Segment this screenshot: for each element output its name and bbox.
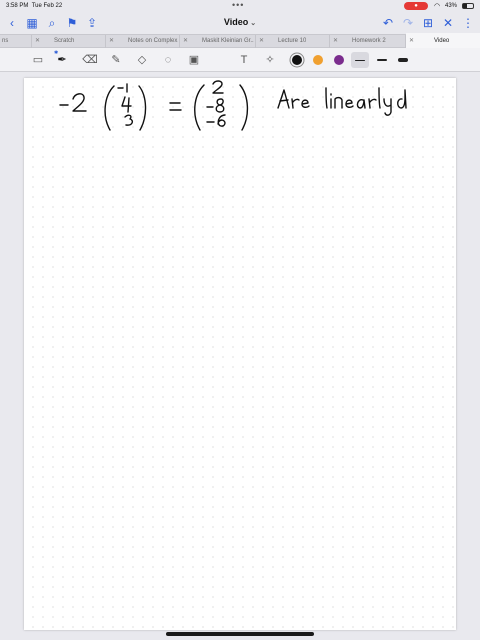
close-tab-icon[interactable]: ✕ (183, 35, 188, 48)
ink-stroke (345, 99, 354, 109)
close-tab-icon[interactable]: ✕ (333, 35, 338, 48)
tab-label: ns (2, 38, 9, 44)
ink-stroke (138, 85, 147, 131)
image-icon[interactable]: ▣ (186, 52, 202, 68)
tab-item-active[interactable]: ✕ Video (406, 33, 480, 49)
close-tab-icon[interactable]: ✕ (259, 35, 264, 48)
ink-stroke (356, 99, 366, 109)
ink-stroke (194, 84, 205, 131)
stroke-width-thin[interactable] (351, 52, 369, 68)
drawing-toolbar: ▭ ✒ ✱ ⌫ ✎ ◇ ◌ ▣ T ✧ (0, 48, 480, 72)
tab-label: Scratch (54, 38, 75, 44)
color-swatch-black[interactable] (292, 55, 302, 65)
tab-item[interactable]: ✕ Maskit Kleinian Gr... (180, 35, 256, 48)
status-time: 3:58 PM Tue Feb 22 (6, 3, 63, 9)
ink-stroke (291, 98, 300, 109)
screen-recording-icon[interactable]: ● (404, 2, 428, 10)
chevron-down-icon: ⌄ (250, 20, 257, 27)
home-indicator[interactable] (166, 632, 314, 636)
ink-stroke (239, 84, 249, 131)
battery-fill (463, 4, 468, 8)
color-swatch-purple[interactable] (334, 55, 344, 65)
highlighter-icon[interactable]: ✎ (108, 52, 124, 68)
color-swatch-orange[interactable] (313, 55, 323, 65)
redo-icon[interactable]: ↷ (400, 15, 416, 31)
ink-stroke (217, 114, 226, 127)
add-page-icon[interactable]: ⊞ (420, 15, 436, 31)
ink-stroke (277, 89, 290, 109)
ink-stroke (215, 98, 225, 113)
tab-label: Notes on Complex... (128, 38, 178, 44)
eraser-icon[interactable]: ⌫ (82, 52, 98, 68)
tab-label: Lecture 10 (278, 38, 307, 44)
ink-stroke (334, 96, 343, 109)
ink-stroke (212, 80, 224, 94)
tab-item[interactable]: ns (0, 35, 32, 48)
bluetooth-pen-badge-icon: ✱ (54, 50, 59, 56)
ink-stroke (325, 87, 328, 109)
battery-percent: 43% (445, 3, 458, 9)
undo-icon[interactable]: ↶ (380, 15, 396, 31)
notebook-page[interactable] (24, 78, 456, 630)
close-tab-icon[interactable]: ✕ (109, 35, 114, 48)
close-icon[interactable]: ✕ (440, 15, 456, 31)
tab-label: Homework 2 (352, 38, 386, 44)
multitask-dots-icon[interactable]: ••• (232, 0, 244, 10)
ink-stroke (72, 93, 87, 112)
battery-icon (462, 3, 474, 9)
ink-stroke (378, 87, 381, 109)
ink-stroke (397, 89, 407, 109)
ink-stroke (104, 85, 115, 131)
lasso-icon[interactable]: ◌ (160, 52, 176, 68)
close-tab-icon[interactable]: ✕ (409, 33, 414, 49)
handwriting-strokes (59, 80, 407, 131)
status-bar: 3:58 PM Tue Feb 22 ••• ● ◠ 43% (0, 0, 480, 12)
ink-stroke (127, 97, 130, 113)
ink-stroke (368, 98, 377, 109)
ink-stroke (279, 99, 289, 102)
laser-pointer-icon[interactable]: ✧ (262, 52, 278, 68)
close-tab-icon[interactable]: ✕ (35, 35, 40, 48)
navigation-bar: ‹ ▦ ⌕ ⚑ ⇪ Video ⌄ ↶ ↷ ⊞ ✕ ⋮ (0, 12, 480, 34)
tab-label: Video (434, 38, 450, 44)
shapes-icon[interactable]: ◇ (134, 52, 150, 68)
tab-item[interactable]: ✕ Scratch (32, 35, 106, 48)
tab-item[interactable]: ✕ Lecture 10 (256, 35, 330, 48)
stroke-width-medium[interactable] (373, 52, 391, 68)
more-icon[interactable]: ⋮ (460, 15, 476, 31)
ink-stroke (301, 99, 310, 109)
text-icon[interactable]: T (236, 52, 252, 68)
tab-item[interactable]: ✕ Homework 2 (330, 35, 406, 48)
canvas-area[interactable] (0, 72, 480, 640)
document-tab-bar: ns ✕ Scratch ✕ Notes on Complex... ✕ Mas… (0, 33, 480, 49)
stroke-width-thick[interactable] (394, 52, 412, 68)
ink-stroke (124, 114, 134, 126)
lasso-view-icon[interactable]: ▭ (30, 52, 46, 68)
tab-label: Maskit Kleinian Gr... (202, 38, 254, 44)
ink-stroke (383, 98, 392, 116)
wifi-icon: ◠ (434, 3, 441, 10)
tab-item[interactable]: ✕ Notes on Complex... (106, 35, 180, 48)
